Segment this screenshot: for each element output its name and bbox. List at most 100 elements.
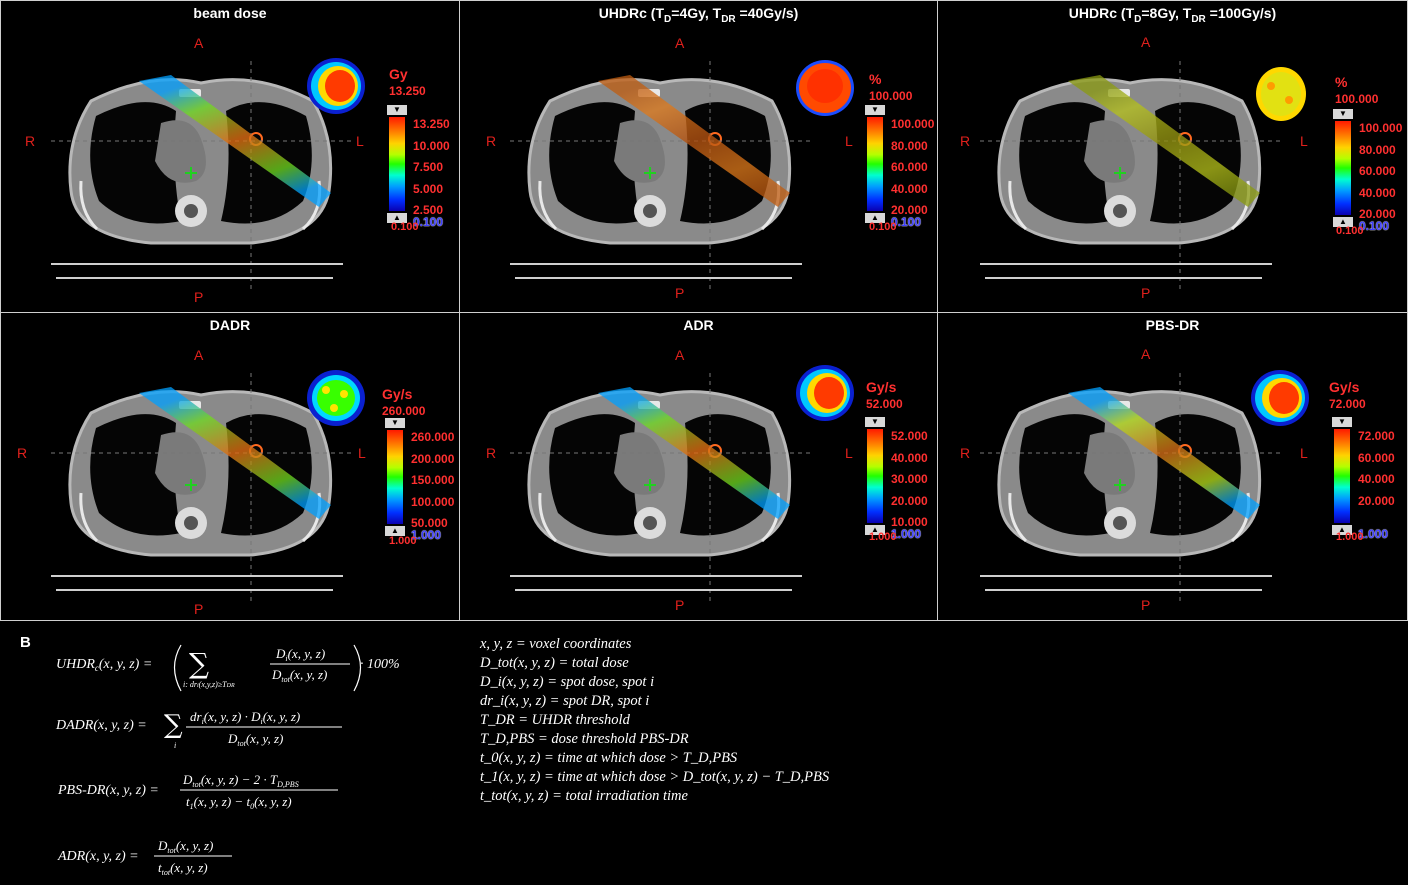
svg-text:ADR(x, y, z) =: ADR(x, y, z) = — [57, 849, 139, 864]
ct-view[interactable] — [980, 373, 1280, 603]
colorbar-tick: 40.000 — [1359, 185, 1396, 200]
colorbar-tick: 60.000 — [1359, 164, 1396, 179]
svg-text:Di(x, y, z): Di(x, y, z) — [275, 646, 325, 663]
colorbar[interactable]: ▼ ▲ 13.250 10.000 7.500 5.000 2.500 0.100 — [387, 105, 450, 229]
orientation-posterior: P — [1141, 597, 1151, 613]
svg-text:∑: ∑ — [189, 647, 209, 680]
orientation-anterior: A — [194, 347, 204, 363]
colorbar-max-value: 100.000 — [1335, 92, 1379, 106]
colorbar-max-handle[interactable]: ▼ — [1333, 109, 1353, 119]
orientation-posterior: P — [194, 289, 204, 305]
colorbar-max-handle[interactable]: ▼ — [865, 417, 885, 427]
definition-line: T_DR = UHDR threshold — [480, 712, 630, 728]
colorbar-max-value: 72.000 — [1329, 397, 1366, 411]
svg-text:i: dri(x,y,z)≥TDR: i: dri(x,y,z)≥TDR — [183, 680, 235, 689]
orientation-right: R — [486, 445, 497, 461]
svg-text:UHDRc(x, y, z) =: UHDRc(x, y, z) = — [56, 657, 152, 673]
colorbar-gradient — [387, 430, 403, 524]
colorbar-tick: 80.000 — [1359, 142, 1396, 157]
ct-view[interactable] — [980, 61, 1280, 291]
colorbar-tick: 200.000 — [411, 451, 455, 466]
colorbar-tick: 5.000 — [413, 181, 444, 196]
orientation-posterior: P — [1141, 285, 1151, 301]
orientation-anterior: A — [675, 347, 685, 363]
svg-text:i: i — [174, 741, 176, 750]
colorbar-tick: 100.000 — [1359, 121, 1403, 135]
viewer-panel[interactable]: DADR A P R L Gy/s 260.000 ▼ ▲ 260.000 20… — [0, 312, 460, 621]
panel-title: UHDRc (TD=4Gy, TDR =40Gy/s) — [598, 5, 799, 25]
ct-slice-image — [980, 61, 1280, 291]
colorbar-min-value: 1.000 — [389, 535, 417, 547]
colorbar-max-value: 52.000 — [866, 397, 903, 411]
colorbar[interactable]: ▼ ▲ 72.000 60.000 40.000 20.000 1.000 — [1332, 417, 1395, 541]
orientation-right: R — [25, 133, 36, 149]
colorbar-tick: 100.000 — [411, 494, 455, 509]
colorbar-tick: 40.000 — [891, 450, 928, 465]
colorbar-tick: 10.000 — [413, 138, 450, 153]
dose-spot-map — [307, 370, 365, 426]
panel-title: PBS-DR — [1145, 317, 1200, 333]
colorbar-tick: 40.000 — [891, 181, 928, 196]
ct-view[interactable] — [510, 373, 810, 603]
colorbar[interactable]: ▼ ▲ 260.000 200.000 150.000 100.000 50.000 1… — [385, 418, 454, 542]
dose-spot-map — [1251, 370, 1309, 426]
orientation-left: L — [845, 133, 853, 149]
colorbar-gradient — [389, 117, 405, 211]
colorbar-max-handle[interactable]: ▼ — [385, 418, 405, 428]
colorbar-unit: % — [869, 71, 882, 87]
ct-slice-image — [510, 373, 810, 603]
colorbar[interactable]: ▼ ▲ 100.000 80.000 60.000 40.000 20.000 0.10… — [865, 105, 934, 229]
colorbar-tick: 150.000 — [411, 473, 455, 488]
colorbar-unit: Gy — [389, 66, 408, 82]
orientation-anterior: A — [675, 35, 685, 51]
colorbar[interactable]: ▼ ▲ 100.000 80.000 60.000 40.000 20.000 0.10… — [1333, 109, 1402, 233]
svg-text:Dtot(x, y, z): Dtot(x, y, z) — [157, 838, 213, 855]
svg-text:t1(x, y, z) − t0(x, y, z): t1(x, y, z) − t0(x, y, z) — [186, 794, 292, 811]
colorbar-tick: 60.000 — [1358, 450, 1395, 465]
viewer-panel[interactable]: beam dose A P R L Gy 13.250 ▼ ▲ 13.250 1… — [0, 0, 460, 313]
svg-text:PBS-DR(x, y, z) =: PBS-DR(x, y, z) = — [57, 783, 159, 798]
colorbar-max-handle[interactable]: ▼ — [387, 105, 407, 115]
orientation-left: L — [356, 133, 364, 149]
orientation-left: L — [1300, 445, 1308, 461]
ct-view[interactable] — [510, 61, 810, 291]
colorbar-tick: 20.000 — [891, 493, 928, 508]
svg-text:Dtot(x, y, z): Dtot(x, y, z) — [227, 731, 283, 748]
colorbar-max-handle[interactable]: ▼ — [865, 105, 885, 115]
viewer-panel[interactable]: PBS-DR A P R L Gy/s 72.000 ▼ ▲ 72.000 60… — [937, 312, 1408, 621]
ct-slice-image — [980, 373, 1280, 603]
colorbar-gradient — [867, 117, 883, 211]
colorbar-gradient — [1335, 121, 1351, 215]
colorbar[interactable]: ▼ ▲ 52.000 40.000 30.000 20.000 10.000 1.000 — [865, 417, 928, 541]
viewer-panel[interactable]: UHDRc (TD=8Gy, TDR =100Gy/s) A P R L % 1… — [937, 0, 1408, 313]
orientation-right: R — [486, 133, 497, 149]
colorbar-gradient — [1334, 429, 1350, 523]
viewer-panel[interactable]: ADR A P R L Gy/s 52.000 ▼ ▲ 52.000 40.00… — [459, 312, 938, 621]
panel-title: beam dose — [193, 5, 267, 21]
colorbar-max-handle[interactable]: ▼ — [1332, 417, 1352, 427]
colorbar-tick: 260.000 — [411, 430, 455, 444]
svg-text:dri(x, y, z) · Di(x, y, z): dri(x, y, z) · Di(x, y, z) — [190, 709, 300, 726]
svg-text:· 100%: · 100% — [360, 657, 400, 672]
colorbar-tick: 52.000 — [891, 429, 928, 443]
colorbar-min-value: 1.000 — [1336, 531, 1364, 543]
colorbar-tick: 40.000 — [1358, 472, 1395, 487]
orientation-posterior: P — [675, 597, 685, 613]
svg-text:Dtot(x, y, z): Dtot(x, y, z) — [271, 667, 327, 684]
colorbar-tick: 60.000 — [891, 160, 928, 175]
definition-line: t_tot(x, y, z) = total irradiation time — [480, 788, 688, 804]
colorbar-tick: 13.250 — [413, 117, 450, 131]
colorbar-tick: 72.000 — [1358, 429, 1395, 443]
colorbar-min-value: 0.100 — [1336, 225, 1364, 237]
colorbar-tick: 30.000 — [891, 472, 928, 487]
orientation-posterior: P — [194, 601, 204, 617]
orientation-anterior: A — [1141, 34, 1151, 50]
panel-title: DADR — [209, 317, 251, 333]
definition-line: dr_i(x, y, z) = spot DR, spot i — [480, 693, 650, 709]
viewer-panel[interactable]: UHDRc (TD=4Gy, TDR =40Gy/s) A P R L % 10… — [459, 0, 938, 313]
orientation-anterior: A — [1141, 346, 1151, 362]
orientation-posterior: P — [675, 285, 685, 301]
orientation-right: R — [960, 445, 971, 461]
ct-slice-image — [510, 61, 810, 291]
section-label-b: B — [20, 634, 31, 651]
